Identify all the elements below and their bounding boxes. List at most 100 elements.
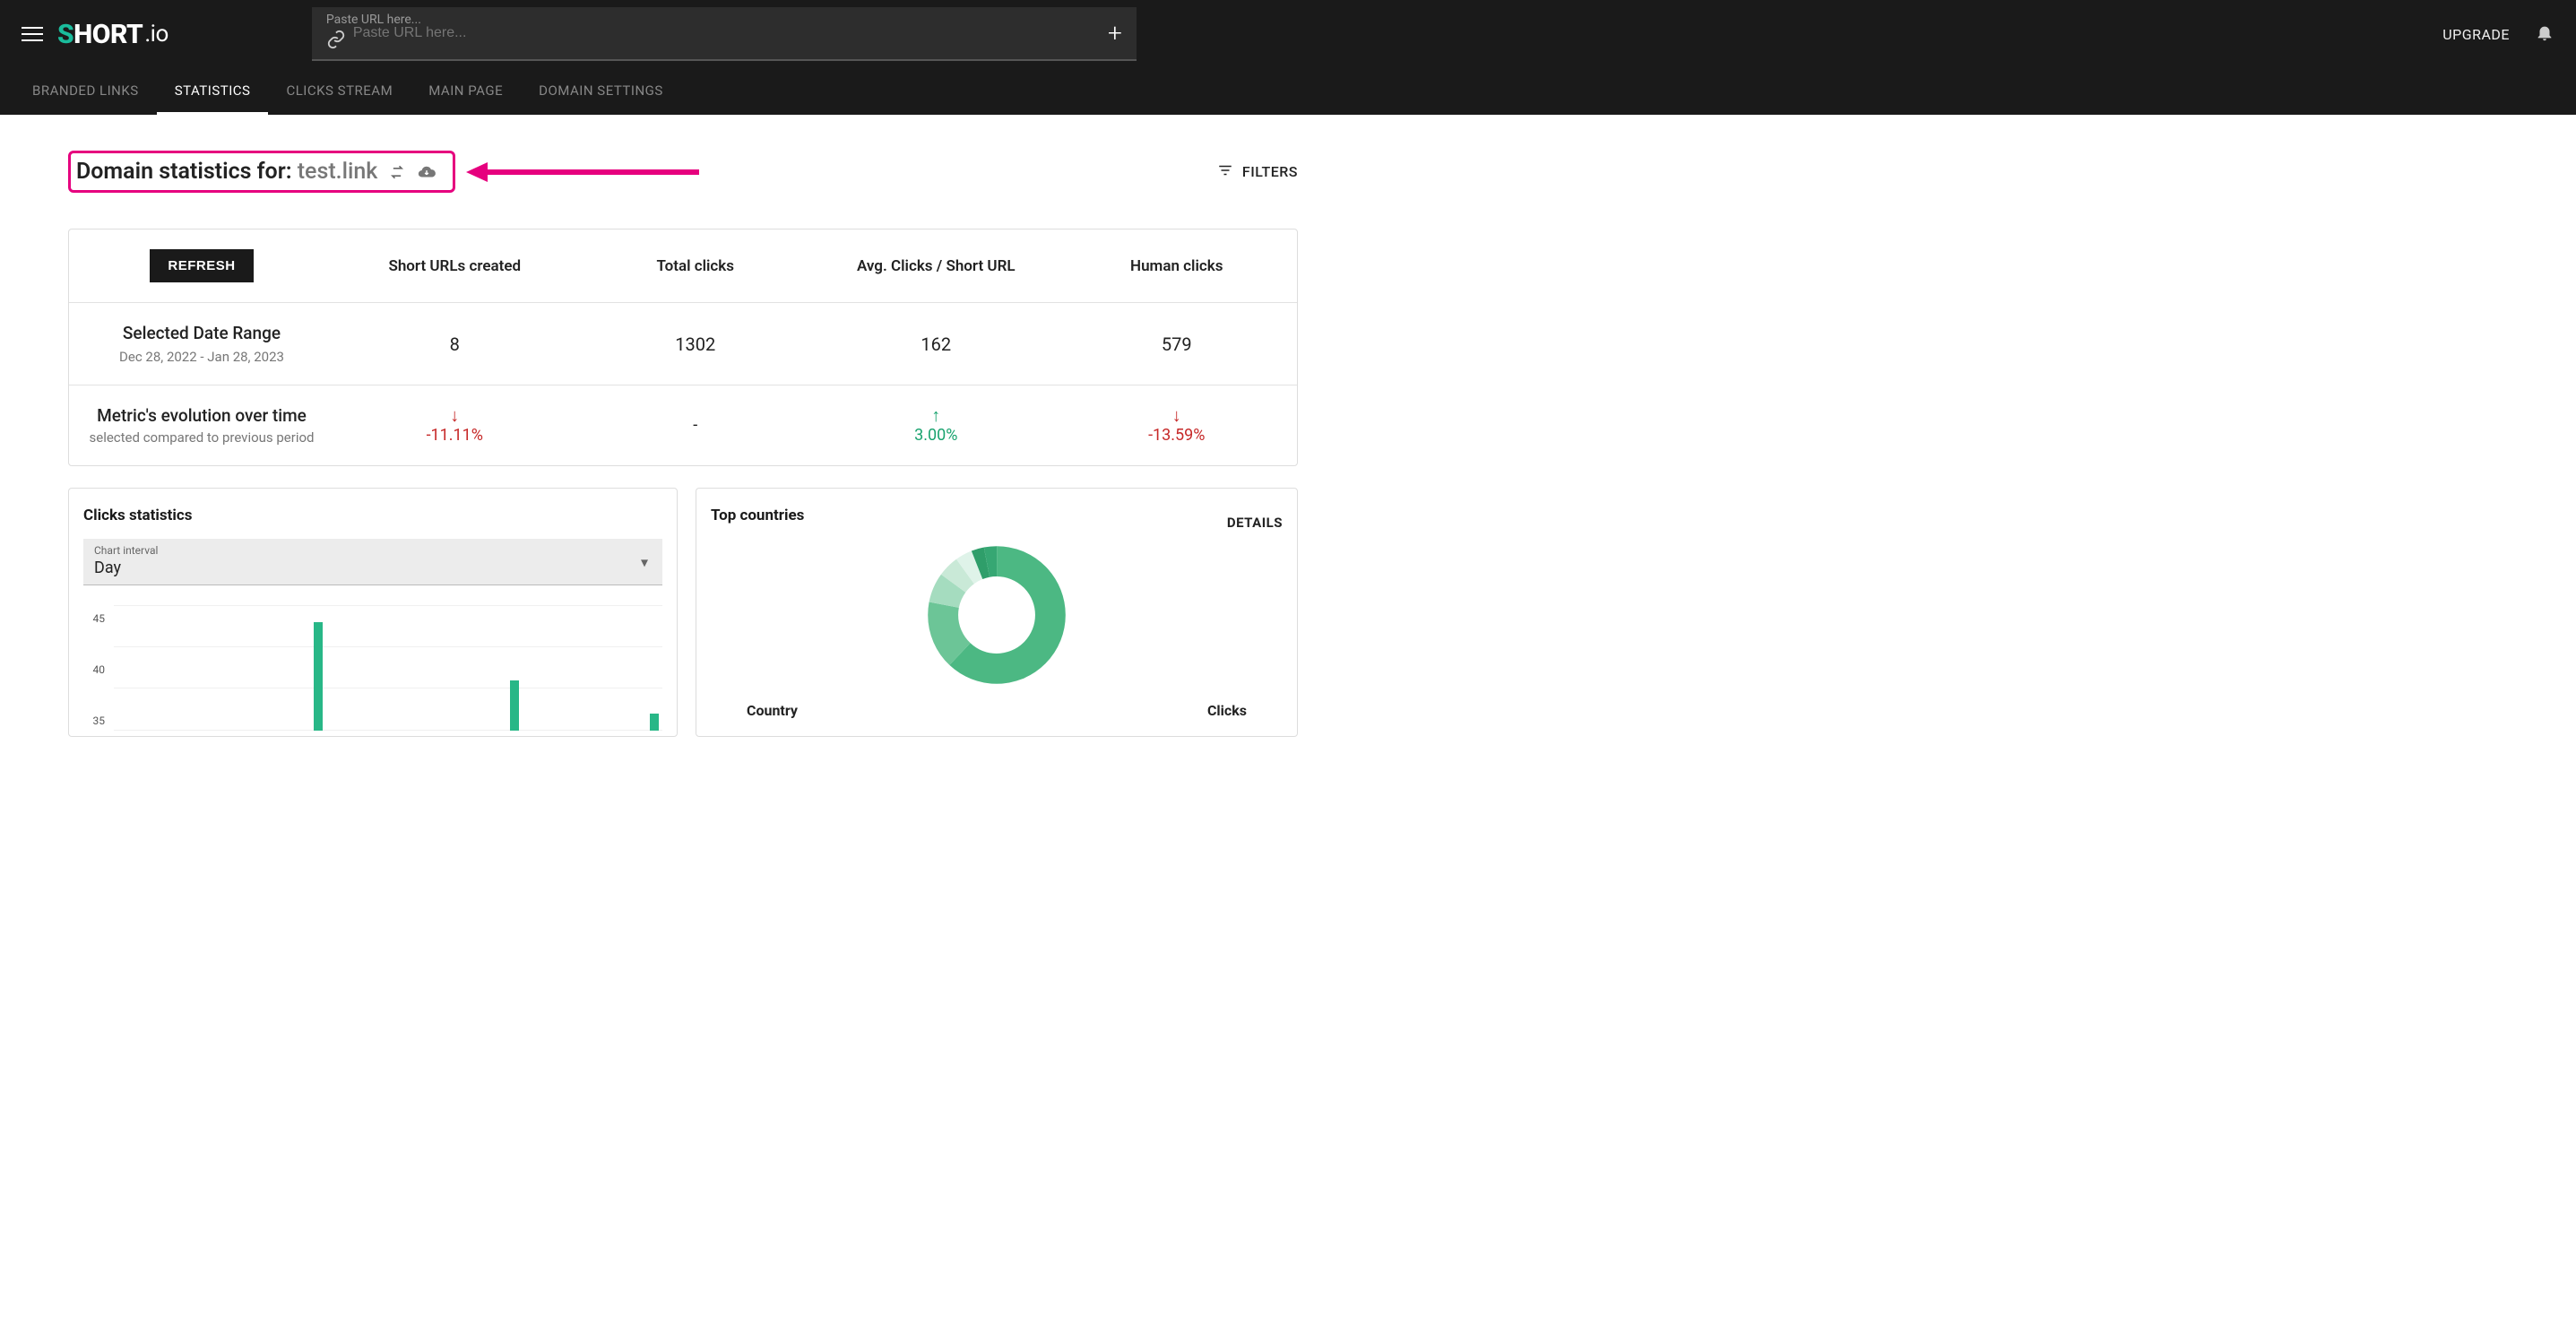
delta-human-clicks: ↓ -13.59% [1057, 386, 1298, 464]
page-body: Domain statistics for: test.link FILTERS [0, 115, 1366, 773]
val-short-urls: 8 [334, 314, 575, 375]
logo[interactable]: SHORT.io [57, 19, 169, 50]
top-countries-panel: Top countries DETAILS Country Clicks [696, 488, 1298, 737]
stats-delta-row: Metric's evolution over time selected co… [69, 385, 1297, 465]
panels-row: Clicks statistics Chart interval Day ▾ 4… [68, 488, 1298, 737]
date-range-title: Selected Date Range [83, 323, 320, 343]
bar-slot [534, 605, 550, 731]
bar-slot [310, 605, 326, 731]
menu-button[interactable] [22, 23, 43, 45]
bar-slot [562, 605, 578, 731]
tab-domain-settings[interactable]: DOMAIN SETTINGS [521, 68, 681, 115]
url-placeholder-label: Paste URL here... [326, 13, 421, 27]
bar-slot [170, 605, 186, 731]
chart-area [114, 605, 662, 731]
logo-accent: S [57, 19, 73, 50]
val-human-clicks: 579 [1057, 314, 1298, 375]
stats-values-row: Selected Date Range Dec 28, 2022 - Jan 2… [69, 303, 1297, 385]
upgrade-link[interactable]: UPGRADE [2442, 26, 2510, 43]
bar-slot [114, 605, 130, 731]
clicks-statistics-panel: Clicks statistics Chart interval Day ▾ 4… [68, 488, 678, 737]
val-total-clicks: 1302 [575, 314, 817, 375]
bar-slot [366, 605, 382, 731]
top-bar: SHORT.io Paste URL here... + UPGRADE [0, 0, 2576, 68]
tab-clicks-stream[interactable]: CLICKS STREAM [268, 68, 411, 115]
filters-label: FILTERS [1242, 163, 1298, 180]
bar-slot [394, 605, 411, 731]
col-human-clicks: Human clicks [1057, 238, 1298, 295]
swap-icon[interactable] [388, 163, 406, 181]
y-tick: 40 [83, 663, 105, 676]
chart-interval-value: Day [94, 559, 652, 577]
col-total-clicks: Total clicks [575, 238, 817, 295]
page-title: Domain statistics for: test.link [76, 159, 377, 185]
delta-human-clicks-text: -13.59% [1148, 426, 1205, 445]
delta-total-clicks: - [575, 396, 817, 455]
bar-slot [198, 605, 214, 731]
page-title-prefix: Domain statistics for: [76, 159, 298, 185]
date-range-value: Dec 28, 2022 - Jan 28, 2023 [83, 349, 320, 365]
arrow-down-icon: ↓ [450, 406, 459, 424]
delta-avg-clicks-text: 3.00% [914, 426, 957, 445]
bar-slot [450, 605, 466, 731]
bar-slot [506, 605, 523, 731]
url-input[interactable] [353, 25, 1108, 41]
bar-slot [618, 605, 635, 731]
logo-text: HORT [73, 19, 143, 50]
bar-slot [282, 605, 298, 731]
filters-button[interactable]: FILTERS [1217, 162, 1298, 182]
bar-slot [478, 605, 494, 731]
col-avg-clicks: Avg. Clicks / Short URL [816, 238, 1057, 295]
bar-slot [226, 605, 242, 731]
delta-avg-clicks: ↑ 3.00% [816, 386, 1057, 464]
clicks-panel-title: Clicks statistics [83, 507, 662, 524]
delta-short-urls: ↓ -11.11% [334, 386, 575, 464]
add-url-button[interactable]: + [1108, 21, 1122, 46]
chart-interval-select[interactable]: Chart interval Day ▾ [83, 539, 662, 585]
chevron-down-icon: ▾ [641, 553, 648, 570]
download-icon[interactable] [417, 162, 437, 182]
bar[interactable] [314, 622, 323, 731]
bar[interactable] [650, 714, 659, 731]
page-title-highlight: Domain statistics for: test.link [68, 151, 455, 193]
link-icon [326, 30, 346, 53]
y-tick: 45 [83, 612, 105, 625]
nav-tabs: BRANDED LINKS STATISTICS CLICKS STREAM M… [0, 68, 2576, 115]
refresh-button[interactable]: REFRESH [150, 249, 253, 282]
bar-slot [422, 605, 438, 731]
bar-slot [338, 605, 354, 731]
bar-slot [591, 605, 607, 731]
col-short-urls: Short URLs created [334, 238, 575, 295]
details-button[interactable]: DETAILS [1227, 515, 1283, 531]
chart-interval-label: Chart interval [94, 544, 652, 557]
val-avg-clicks: 162 [816, 314, 1057, 375]
legend-clicks: Clicks [1207, 702, 1247, 719]
delta-total-clicks-text: - [693, 416, 697, 435]
evolution-title: Metric's evolution over time [83, 405, 320, 426]
page-title-domain: test.link [298, 159, 378, 185]
countries-donut-chart [711, 544, 1283, 686]
arrow-up-icon: ↑ [931, 406, 940, 424]
legend-country: Country [747, 702, 798, 719]
stats-header-row: REFRESH Short URLs created Total clicks … [69, 229, 1297, 303]
stats-card: REFRESH Short URLs created Total clicks … [68, 229, 1298, 466]
annotation-arrow [466, 159, 699, 186]
url-input-container[interactable]: Paste URL here... + [312, 7, 1137, 61]
clicks-bar-chart: 45 40 35 [83, 596, 662, 731]
countries-legend-header: Country Clicks [711, 686, 1283, 719]
evolution-sub: selected compared to previous period [83, 429, 320, 446]
delta-short-urls-text: -11.11% [427, 426, 483, 445]
bar[interactable] [510, 680, 519, 731]
filter-icon [1217, 162, 1233, 182]
bar-slot [646, 605, 662, 731]
arrow-down-icon: ↓ [1172, 406, 1181, 424]
y-axis: 45 40 35 [83, 612, 114, 727]
notifications-icon[interactable] [2535, 22, 2554, 46]
bar-slot [254, 605, 270, 731]
page-header: Domain statistics for: test.link FILTERS [68, 151, 1298, 193]
tab-statistics[interactable]: STATISTICS [157, 68, 269, 115]
tab-branded-links[interactable]: BRANDED LINKS [14, 68, 157, 115]
tab-main-page[interactable]: MAIN PAGE [411, 68, 521, 115]
bar-slot [142, 605, 158, 731]
logo-suffix: .io [144, 21, 169, 48]
